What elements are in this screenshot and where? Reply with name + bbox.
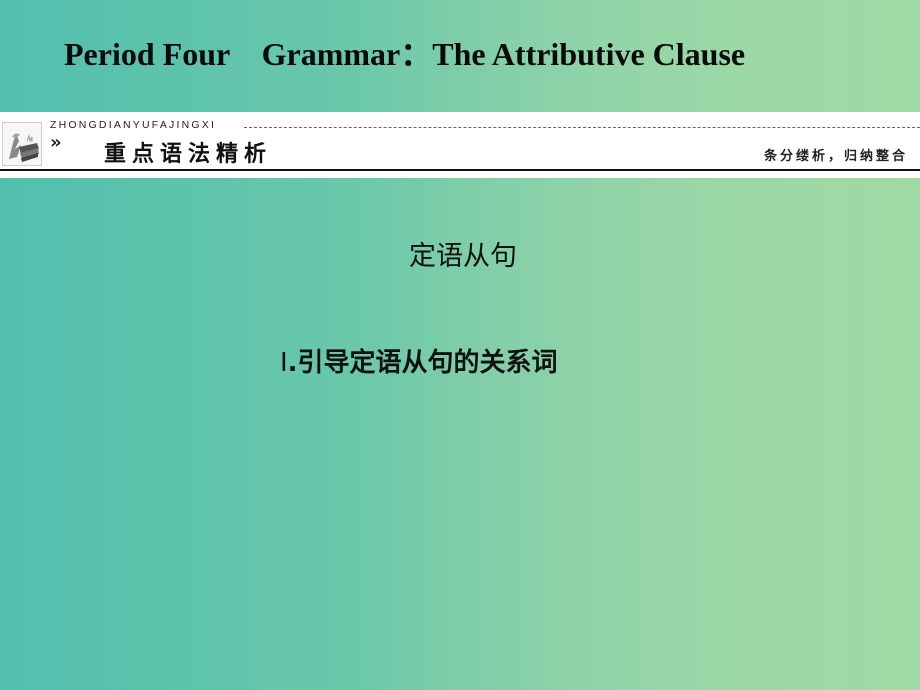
slide-title: Period Four Grammar：The Attributive Clau… bbox=[64, 36, 746, 72]
subsection-heading: Ⅰ.引导定语从句的关系词 bbox=[280, 342, 558, 379]
banner-subheading: 条分缕析，归纳整合 bbox=[763, 149, 908, 164]
section-banner: ZHONGDIANYUFAJINGXI » 重点语法精析 条分缕析，归纳整合 bbox=[0, 112, 920, 178]
section-title-text: 定语从句 bbox=[409, 241, 517, 272]
dotted-divider bbox=[244, 127, 920, 128]
roman-numeral: Ⅰ bbox=[280, 348, 288, 377]
section-title: 定语从句 bbox=[0, 234, 920, 273]
banner-heading: 重点语法精析 bbox=[104, 142, 273, 167]
books-icon bbox=[2, 122, 42, 166]
banner-rule bbox=[0, 169, 920, 171]
chevron-right-icon: » bbox=[50, 132, 62, 153]
subsection-text: .引导定语从句的关系词 bbox=[287, 348, 558, 378]
banner-pinyin: ZHONGDIANYUFAJINGXI bbox=[50, 119, 217, 131]
